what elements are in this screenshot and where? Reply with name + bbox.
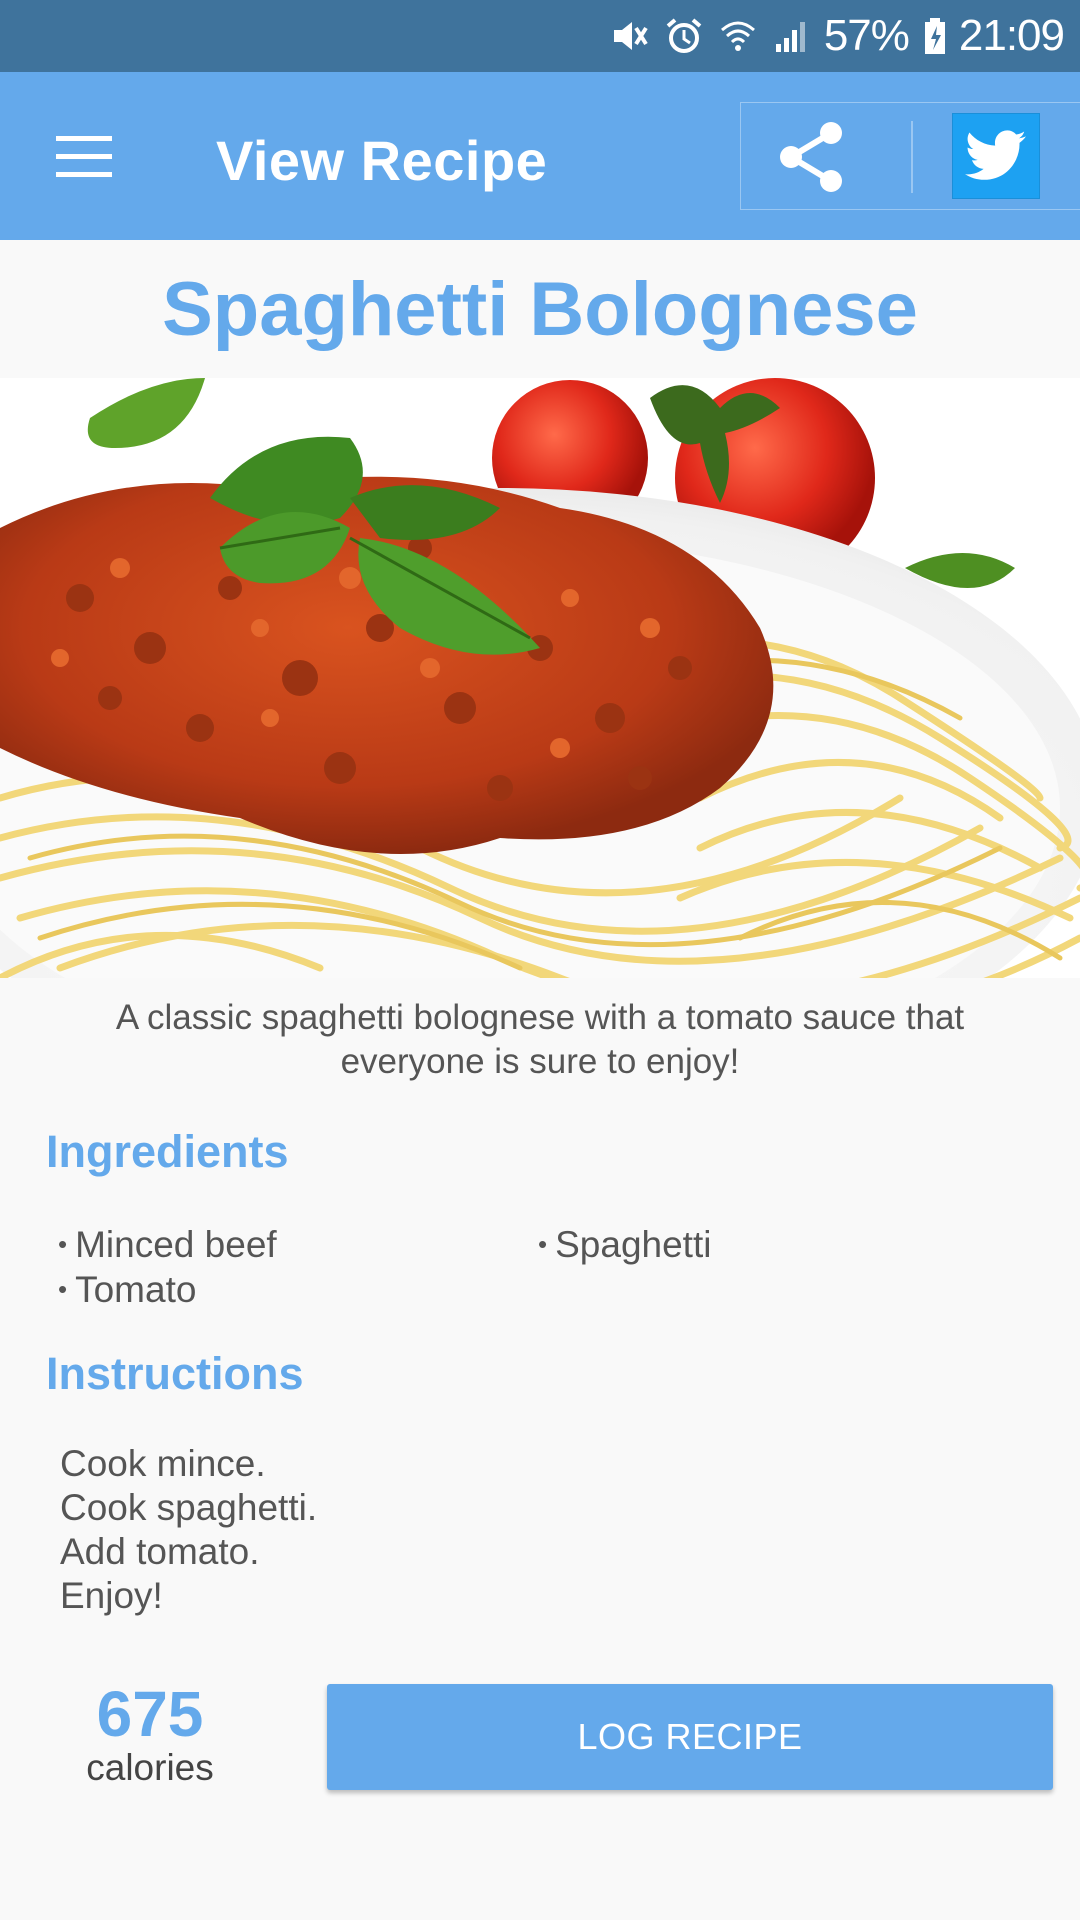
recipe-title: Spaghetti Bolognese xyxy=(162,266,918,352)
instruction-step: Add tomato. xyxy=(60,1531,260,1572)
instructions-list: Cook mince. Cook spaghetti. Add tomato. … xyxy=(60,1442,317,1618)
signal-icon xyxy=(772,16,812,56)
alarm-icon xyxy=(664,16,704,56)
app-bar-actions xyxy=(740,102,1080,210)
ingredient-item: • Minced beef xyxy=(58,1224,277,1265)
instructions-heading: Instructions xyxy=(46,1348,304,1399)
instruction-step: Cook spaghetti. xyxy=(60,1487,318,1528)
app-bar: View Recipe xyxy=(0,72,1080,240)
share-icon[interactable] xyxy=(771,117,851,197)
instruction-step: Enjoy! xyxy=(60,1575,163,1616)
instruction-step: Cook mince. xyxy=(60,1443,266,1484)
twitter-icon[interactable] xyxy=(952,113,1040,199)
clock-time: 21:09 xyxy=(958,11,1065,60)
ingredient-item: • Tomato xyxy=(58,1269,197,1310)
recipe-description: A classic spaghetti bolognese with a tom… xyxy=(115,998,965,1081)
calories-label: calories xyxy=(86,1747,214,1788)
app-bar-title: View Recipe xyxy=(216,129,548,192)
ingredients-heading: Ingredients xyxy=(46,1126,289,1177)
ingredient-item: • Spaghetti xyxy=(538,1224,712,1265)
calories-summary: 675 calories xyxy=(60,1680,240,1788)
recipe-image xyxy=(0,378,1080,978)
mute-icon xyxy=(610,16,650,56)
ingredients-list: • Minced beef • Spaghetti • Tomato xyxy=(58,1222,1018,1312)
battery-percentage: 57% xyxy=(823,11,910,60)
log-recipe-button[interactable]: LOG RECIPE xyxy=(327,1684,1053,1790)
wifi-icon xyxy=(718,16,758,56)
calories-value: 675 xyxy=(96,1678,204,1750)
hamburger-menu-icon[interactable] xyxy=(36,120,132,192)
status-bar: 57% 21:09 xyxy=(0,0,1080,72)
battery-icon xyxy=(923,16,947,56)
action-divider xyxy=(911,121,913,193)
